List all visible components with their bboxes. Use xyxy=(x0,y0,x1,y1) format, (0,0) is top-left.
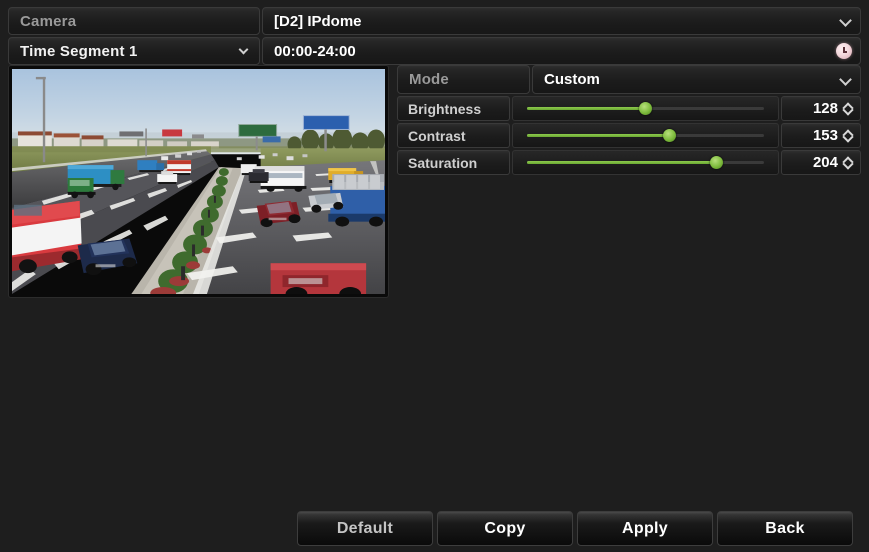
camera-label: Camera xyxy=(8,7,260,35)
back-button[interactable]: Back xyxy=(717,511,853,546)
contrast-track[interactable] xyxy=(527,129,764,142)
saturation-thumb[interactable] xyxy=(710,156,724,169)
contrast-thumb[interactable] xyxy=(662,129,676,142)
time-segment-label: Time Segment 1 xyxy=(20,42,138,60)
brightness-thumb[interactable] xyxy=(639,102,652,115)
clock-icon[interactable] xyxy=(836,43,852,59)
camera-preview-frame xyxy=(8,65,389,298)
brightness-stepper[interactable] xyxy=(842,101,854,117)
contrast-slider[interactable] xyxy=(512,123,779,148)
camera-value-text: [D2] IPdome xyxy=(274,12,362,30)
brightness-slider[interactable] xyxy=(512,96,779,121)
saturation-value-field[interactable]: 204 xyxy=(781,150,861,175)
copy-button[interactable]: Copy xyxy=(437,511,573,546)
chevron-down-icon xyxy=(840,15,851,26)
contrast-stepper[interactable] xyxy=(842,128,854,144)
contrast-fill xyxy=(527,134,670,137)
saturation-label: Saturation xyxy=(397,150,510,175)
contrast-row: Contrast 153 xyxy=(397,123,861,148)
camera-preview-image xyxy=(12,69,385,294)
chevron-down-icon xyxy=(840,74,851,85)
image-adjust-group: Brightness 128 Contrast 153 Saturation 2… xyxy=(397,96,861,175)
saturation-track[interactable] xyxy=(527,156,764,169)
mode-value-text: Custom xyxy=(544,71,600,88)
contrast-value-field[interactable]: 153 xyxy=(781,123,861,148)
time-segment-row: Time Segment 1 00:00-24:00 xyxy=(8,37,861,65)
contrast-value: 153 xyxy=(812,127,838,144)
saturation-row: Saturation 204 xyxy=(397,150,861,175)
saturation-value: 204 xyxy=(812,154,838,171)
default-button[interactable]: Default xyxy=(297,511,433,546)
time-range-text: 00:00-24:00 xyxy=(274,42,356,60)
brightness-row: Brightness 128 xyxy=(397,96,861,121)
saturation-slider[interactable] xyxy=(512,150,779,175)
contrast-label: Contrast xyxy=(397,123,510,148)
saturation-fill xyxy=(527,161,717,164)
brightness-fill xyxy=(527,107,646,110)
camera-selector-row: Camera [D2] IPdome xyxy=(8,7,861,35)
apply-button[interactable]: Apply xyxy=(577,511,713,546)
brightness-track[interactable] xyxy=(527,102,764,115)
time-range-field[interactable]: 00:00-24:00 xyxy=(262,37,861,65)
mode-label: Mode xyxy=(397,65,530,94)
brightness-label: Brightness xyxy=(397,96,510,121)
camera-dropdown[interactable]: [D2] IPdome xyxy=(262,7,861,35)
button-bar: Default Copy Apply Back xyxy=(297,511,853,546)
brightness-value-field[interactable]: 128 xyxy=(781,96,861,121)
brightness-value: 128 xyxy=(812,100,838,117)
mode-dropdown[interactable]: Custom xyxy=(532,65,861,94)
time-segment-dropdown[interactable]: Time Segment 1 xyxy=(8,37,260,65)
saturation-stepper[interactable] xyxy=(842,155,854,171)
chevron-down-icon xyxy=(239,45,250,56)
mode-row: Mode Custom xyxy=(397,65,861,94)
